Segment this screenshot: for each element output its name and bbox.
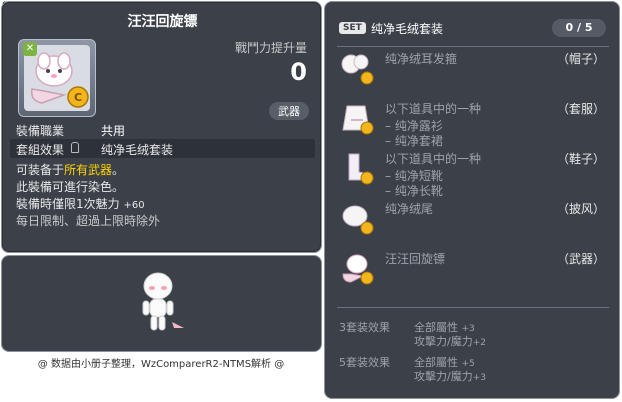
divider [337,307,609,308]
item-tooltip-card: 汪汪回旋镖 C ✕ 戰鬥力提升量 0 武器 裝備職業 共用 套組效果 纯净毛绒套… [1,1,322,253]
charm-description: 裝備時僅限1次魅力 +60 [16,196,145,214]
tail-icon [339,200,375,236]
stat-name: 攻擊力/魔力 [414,370,473,383]
desc-text: 裝備時僅限1次魅力 [16,197,120,211]
job-label: 裝備職業 [16,124,65,138]
boomerang-icon [339,250,375,286]
piece-slot: （鞋子） [556,152,605,166]
earmuff-headband-icon [339,50,375,86]
item-title: 汪汪回旋镖 [127,14,198,30]
category-tag: 武器 [269,102,309,120]
set-count: 0 / 5 [552,19,606,37]
equip-slot-description: 可装备于所有武器。 [16,162,124,179]
set-effect-row[interactable]: 套組效果 纯净毛绒套装 [10,139,315,158]
charm-value: +60 [123,200,145,211]
job-value: 共用 [101,124,126,138]
character-avatar [130,266,190,336]
stat-value: +2 [472,338,486,348]
stat-value: +3 [472,373,486,383]
power-label: 戰鬥力提升量 [234,41,307,55]
piece-slot: （套服） [556,102,605,116]
piece-name: 以下道具中的一种 [385,152,482,166]
credit-text: @ 数据由小册子整理，WzComparerR2-NTMS解析 @ [37,359,285,370]
overall-icon [339,100,375,136]
set-bonus-label: 5套装效果 [339,356,390,369]
set-panel: SET 纯净毛绒套装 0 / 5 纯净绒耳发箍 （帽子） 以下道具中的一种 – … [324,1,620,399]
piece-name: 纯净绒尾 [385,202,434,216]
stat-name: 攻擊力/魔力 [414,335,473,348]
power-value: 0 [290,58,307,86]
piece-option: – 纯净长靴 [385,184,443,198]
svg-text:C: C [74,91,82,104]
set-bonus-stat: 攻擊力/魔力+3 [414,368,486,384]
piece-option: – 纯净套裙 [385,134,443,148]
desc-highlight: 所有武器 [64,163,113,177]
piece-name: 以下道具中的一种 [385,102,482,116]
set-bonus-label: 3套装效果 [339,321,390,334]
desc-text: 。 [112,163,125,177]
dye-description: 此裝備可進行染色。 [16,180,125,194]
piece-slot: （帽子） [556,52,605,66]
divider [337,46,609,47]
checkmark-icon: ✕ [23,42,37,56]
piece-name: 纯净绒耳发箍 [385,52,458,66]
set-bonus-stat: 攻擊力/魔力+2 [414,333,486,349]
boots-icon [339,150,375,186]
lock-icon [71,142,79,153]
set-badge: SET [339,22,366,34]
set-effect-value: 纯净毛绒套装 [101,143,174,157]
piece-slot: （武器） [556,252,605,266]
set-effect-label: 套組效果 [16,143,65,157]
set-name: 纯净毛绒套装 [371,22,444,36]
piece-slot: （披风） [556,202,605,216]
limit-description: 每日限制、超過上限時除外 [16,214,161,228]
piece-name: 汪汪回旋镖 [385,252,446,266]
desc-text: 可装备于 [16,163,65,177]
item-icon-frame: C ✕ [18,39,96,117]
